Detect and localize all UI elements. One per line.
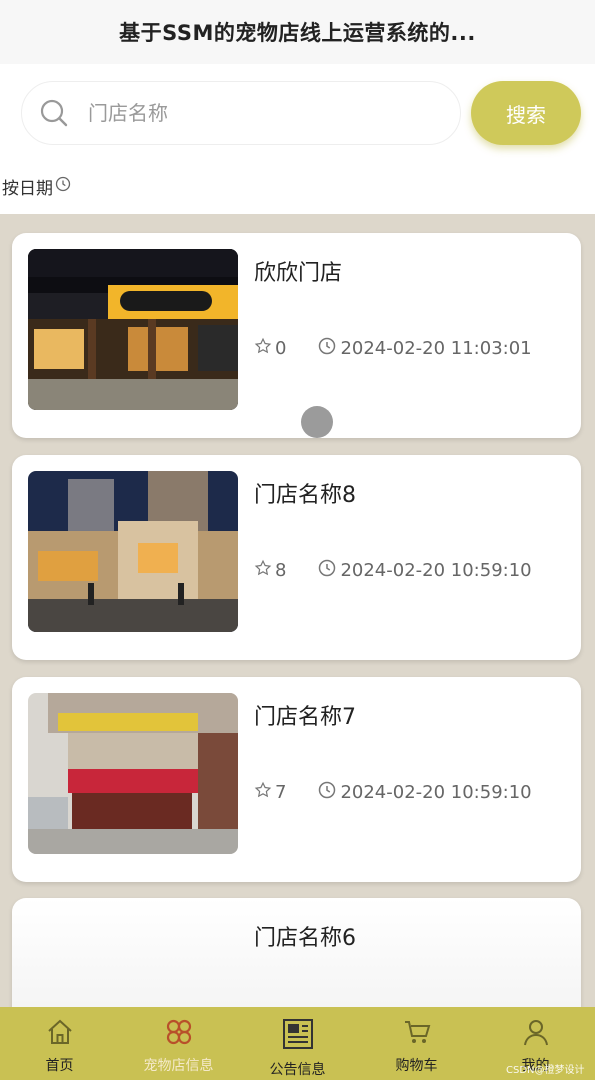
tab-notice[interactable]: 公告信息 xyxy=(238,1007,357,1080)
clock-icon xyxy=(318,559,336,582)
store-thumbnail xyxy=(28,249,238,410)
star-icon xyxy=(254,337,272,360)
clock-icon xyxy=(55,176,71,197)
clock-icon xyxy=(318,781,336,804)
store-card[interactable]: 门店名称7 7 2024-02-20 10:59:10 xyxy=(12,677,581,882)
cart-icon xyxy=(402,1017,432,1051)
favorite-count: 8 xyxy=(275,560,287,581)
store-meta: 8 2024-02-20 10:59:10 xyxy=(254,559,532,582)
star-icon xyxy=(254,559,272,582)
store-date: 2024-02-20 11:03:01 xyxy=(340,338,532,359)
tab-label: 公告信息 xyxy=(269,1062,326,1078)
tab-label: 首页 xyxy=(45,1058,74,1074)
store-card[interactable]: 欣欣门店 0 2024-02-20 11:03:01 xyxy=(12,233,581,438)
tab-shop-info[interactable]: 宠物店信息 xyxy=(119,1007,238,1080)
favorite-count: 0 xyxy=(275,338,287,359)
watermark: CSDN@橙梦设计 xyxy=(506,1065,585,1076)
page-title: 基于SSM的宠物店线上运营系统的... xyxy=(119,21,476,45)
star-icon xyxy=(254,781,272,804)
store-date: 2024-02-20 10:59:10 xyxy=(340,782,532,803)
store-thumbnail xyxy=(28,471,238,632)
store-card[interactable]: 门店名称8 8 2024-02-20 10:59:10 xyxy=(12,455,581,660)
user-icon xyxy=(521,1017,551,1051)
favorite-count: 7 xyxy=(275,782,287,803)
notice-icon xyxy=(281,1017,315,1055)
sort-by-date[interactable]: 按日期 xyxy=(2,174,71,199)
tab-home[interactable]: 首页 xyxy=(0,1007,119,1080)
store-name: 门店名称8 xyxy=(254,483,356,508)
search-button[interactable]: 搜索 xyxy=(471,81,581,145)
store-name: 门店名称6 xyxy=(254,926,356,951)
store-thumbnail xyxy=(28,693,238,854)
store-date: 2024-02-20 10:59:10 xyxy=(340,560,532,581)
search-box[interactable] xyxy=(21,81,461,145)
store-name: 欣欣门店 xyxy=(254,261,343,286)
clock-icon xyxy=(318,337,336,360)
tab-label: 宠物店信息 xyxy=(143,1058,214,1074)
sort-label: 按日期 xyxy=(2,179,53,199)
store-meta: 7 2024-02-20 10:59:10 xyxy=(254,781,532,804)
scroll-drag-handle[interactable] xyxy=(301,406,333,438)
top-bar: 基于SSM的宠物店线上运营系统的... xyxy=(0,0,595,64)
tab-label: 购物车 xyxy=(395,1058,438,1074)
search-icon xyxy=(39,98,69,128)
search-area: 搜索 按日期 xyxy=(0,64,595,214)
shop-grid-icon xyxy=(164,1017,194,1051)
store-name: 门店名称7 xyxy=(254,705,356,730)
store-meta: 0 2024-02-20 11:03:01 xyxy=(254,337,532,360)
tab-cart[interactable]: 购物车 xyxy=(357,1007,476,1080)
home-icon xyxy=(45,1017,75,1051)
search-input[interactable] xyxy=(88,101,408,125)
